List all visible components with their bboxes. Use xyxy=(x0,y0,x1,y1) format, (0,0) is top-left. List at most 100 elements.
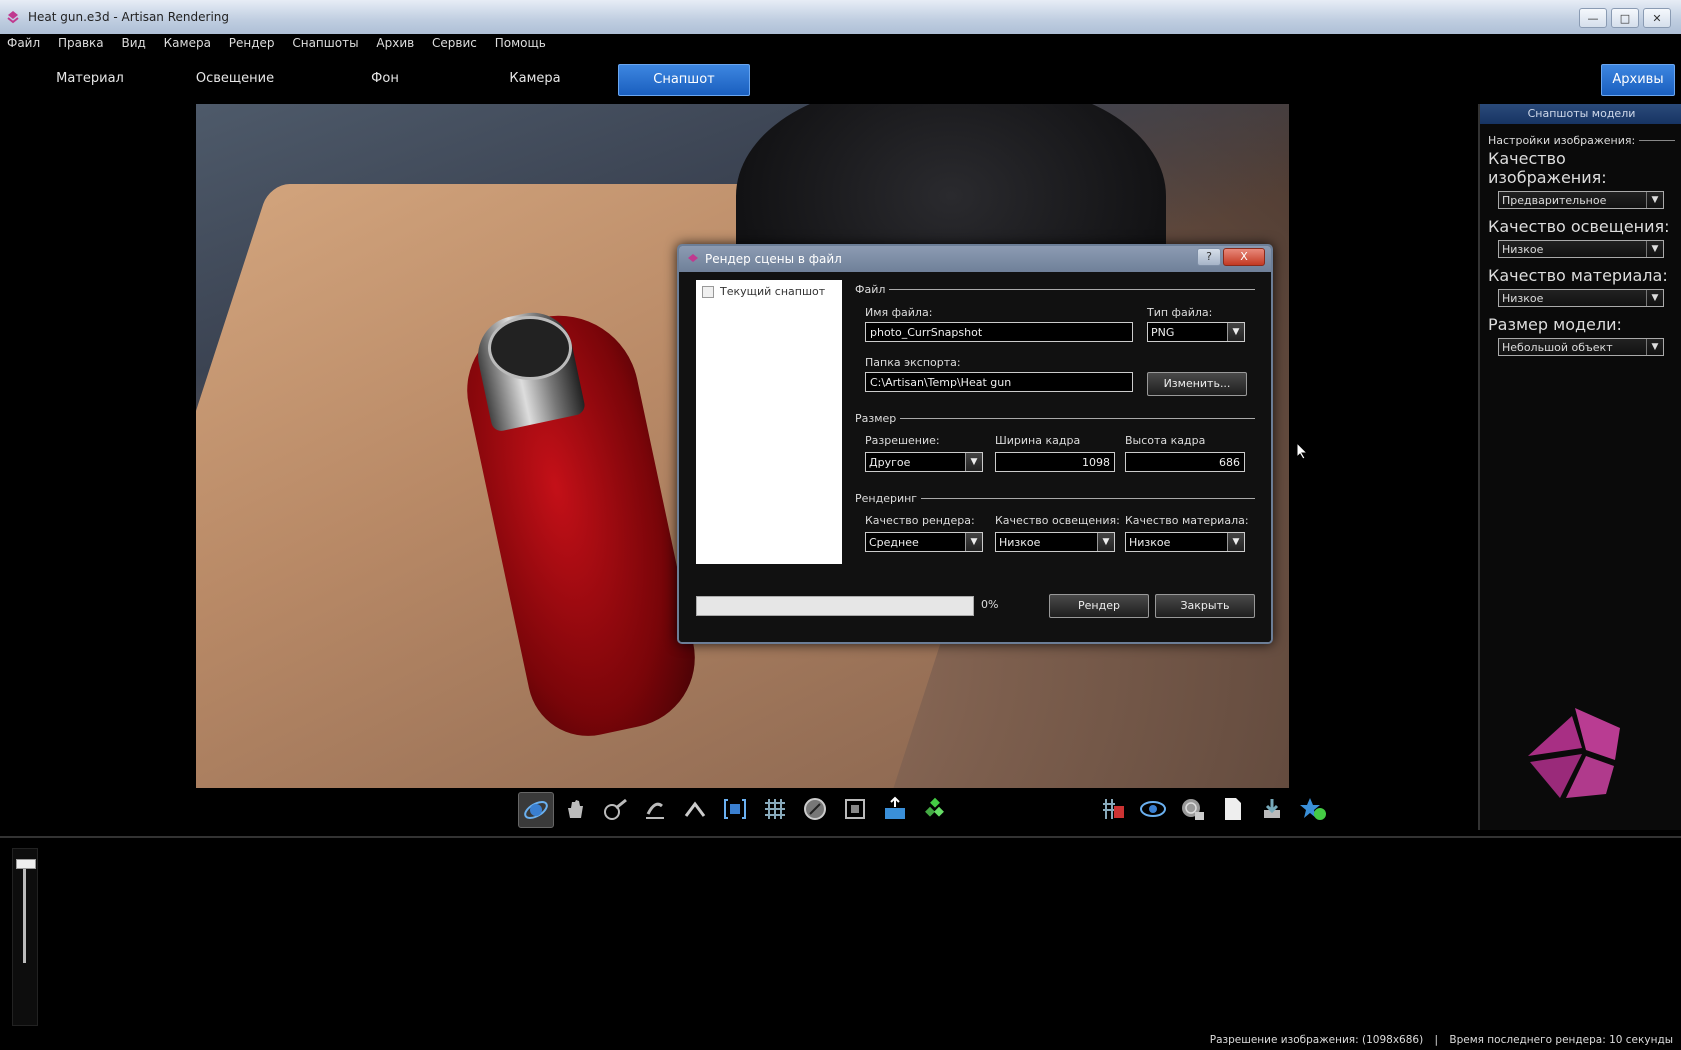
tab-background[interactable]: Фон xyxy=(335,64,435,94)
change-folder-button[interactable]: Изменить... xyxy=(1147,372,1247,396)
frame-icon[interactable] xyxy=(838,792,872,826)
render-button[interactable]: Рендер xyxy=(1049,594,1149,618)
status-separator: | xyxy=(1434,1034,1439,1046)
menu-camera[interactable]: Камера xyxy=(157,34,218,50)
material-quality-select[interactable]: Низкое ▼ xyxy=(1498,289,1664,307)
window-controls: — □ ✕ xyxy=(1579,8,1671,28)
material-quality-value: Низкое xyxy=(1502,292,1544,305)
panel-header: Снапшоты модели xyxy=(1480,104,1681,124)
dialog-body: Текущий снапшот Файл Имя файла: photo_Cu… xyxy=(679,272,1271,642)
file-section: Файл xyxy=(855,283,1255,296)
help-button[interactable]: ? xyxy=(1197,248,1221,266)
material-sphere-icon[interactable] xyxy=(1176,792,1210,826)
progress-text: 0% xyxy=(981,598,999,611)
mat-quality-select[interactable]: Низкое ▼ xyxy=(1125,532,1245,552)
close-dialog-button[interactable]: Закрыть xyxy=(1155,594,1255,618)
orbit-icon[interactable] xyxy=(518,792,554,828)
lighting-quality-select[interactable]: Низкое ▼ xyxy=(1498,240,1664,258)
export-folder-label: Папка экспорта: xyxy=(865,356,961,369)
group-divider xyxy=(1639,140,1675,141)
filetype-label: Тип файла: xyxy=(1147,306,1213,319)
filename-input[interactable]: photo_CurrSnapshot xyxy=(865,322,1133,342)
image-settings-label: Настройки изображения: xyxy=(1488,134,1636,147)
render-progress-bar xyxy=(696,596,974,616)
section-divider xyxy=(900,418,1255,419)
minimize-button[interactable]: — xyxy=(1579,8,1607,28)
menu-snapshots[interactable]: Снапшоты xyxy=(285,34,365,50)
image-settings-group: Настройки изображения: xyxy=(1480,134,1681,147)
menu-view[interactable]: Вид xyxy=(114,34,152,50)
resolution-select[interactable]: Другое ▼ xyxy=(865,452,983,472)
model-size-label: Размер модели: xyxy=(1488,315,1622,334)
scene-objects-icon[interactable] xyxy=(918,792,952,826)
menu-render[interactable]: Рендер xyxy=(222,34,282,50)
frame-width-label: Ширина кадра xyxy=(995,434,1081,447)
menu-file[interactable]: Файл xyxy=(0,34,47,50)
frame-height-input[interactable]: 686 xyxy=(1125,452,1245,472)
dialog-close-button[interactable]: X xyxy=(1223,248,1265,266)
resolution-label: Разрешение: xyxy=(865,434,940,447)
filetype-select[interactable]: PNG ▼ xyxy=(1147,322,1245,342)
close-window-button[interactable]: ✕ xyxy=(1643,8,1671,28)
eye-icon[interactable] xyxy=(1136,792,1170,826)
zoom-cone-icon[interactable] xyxy=(598,792,632,826)
render-to-file-dialog: Рендер сцены в файл ? X Текущий снапшот … xyxy=(677,244,1273,644)
slider-thumb[interactable] xyxy=(16,859,36,869)
render-quality-label: Качество рендера: xyxy=(865,514,975,527)
section-divider xyxy=(921,498,1255,499)
tab-snapshot[interactable]: Снапшот xyxy=(618,64,750,96)
favorite-star-icon[interactable] xyxy=(1296,792,1330,826)
menu-help[interactable]: Помощь xyxy=(488,34,553,50)
tab-material[interactable]: Материал xyxy=(40,64,140,94)
section-divider xyxy=(889,289,1255,290)
window-title: Heat gun.e3d - Artisan Rendering xyxy=(28,10,229,24)
chevron-down-icon: ▼ xyxy=(1646,192,1663,208)
image-settings-title: Настройки изображения: xyxy=(1488,134,1675,147)
menu-edit[interactable]: Правка xyxy=(51,34,111,50)
model-size-select[interactable]: Небольшой объект ▼ xyxy=(1498,338,1664,356)
compass-icon[interactable] xyxy=(798,792,832,826)
mouse-cursor-icon xyxy=(1296,442,1308,460)
resolution-value: Другое xyxy=(869,456,911,469)
render-settings-icon[interactable] xyxy=(1096,792,1130,826)
pan-hand-icon[interactable] xyxy=(558,792,592,826)
filename-label: Имя файла: xyxy=(865,306,933,319)
snapshot-list[interactable]: Текущий снапшот xyxy=(696,280,842,564)
snapshot-checkbox[interactable] xyxy=(702,285,714,298)
chevron-down-icon: ▼ xyxy=(1646,339,1663,355)
chevron-down-icon: ▼ xyxy=(1646,290,1663,306)
menu-archive[interactable]: Архив xyxy=(369,34,421,50)
import-icon[interactable] xyxy=(1256,792,1290,826)
walk-icon[interactable] xyxy=(678,792,712,826)
render-quality-select[interactable]: Среднее ▼ xyxy=(865,532,983,552)
mode-bar: Материал Освещение Фон Камера Снапшот Ар… xyxy=(0,58,1681,100)
chevron-down-icon: ▼ xyxy=(1227,323,1244,341)
menu-service[interactable]: Сервис xyxy=(425,34,484,50)
tab-camera[interactable]: Камера xyxy=(485,64,585,94)
grid-icon[interactable] xyxy=(758,792,792,826)
lighting-quality-value: Низкое xyxy=(1502,243,1544,256)
app-icon xyxy=(688,254,698,262)
status-bar: Разрешение изображения: (1098x686) | Вре… xyxy=(0,1030,1681,1050)
model-size-value: Небольшой объект xyxy=(1502,341,1613,354)
image-quality-select[interactable]: Предварительное ▼ xyxy=(1498,191,1664,209)
list-item[interactable]: Текущий снапшот xyxy=(696,280,842,303)
file-section-title: Файл xyxy=(855,283,886,296)
fit-view-icon[interactable] xyxy=(718,792,752,826)
document-icon[interactable] xyxy=(1216,792,1250,826)
tab-lighting[interactable]: Освещение xyxy=(185,64,285,94)
export-icon[interactable] xyxy=(878,792,912,826)
mat-quality-label: Качество материала: xyxy=(1125,514,1249,527)
light-quality-select[interactable]: Низкое ▼ xyxy=(995,532,1115,552)
archives-button[interactable]: Архивы xyxy=(1601,64,1675,96)
chevron-down-icon: ▼ xyxy=(1097,533,1114,551)
light-quality-label: Качество освещения: xyxy=(995,514,1120,527)
viewport-toolbar xyxy=(196,788,1326,830)
frame-width-input[interactable]: 1098 xyxy=(995,452,1115,472)
roll-icon[interactable] xyxy=(638,792,672,826)
vertical-slider[interactable] xyxy=(12,848,38,1026)
slider-rail xyxy=(23,863,26,963)
lighting-quality-label: Качество освещения: xyxy=(1488,217,1670,236)
maximize-button[interactable]: □ xyxy=(1611,8,1639,28)
export-folder-input[interactable]: C:\Artisan\Temp\Heat gun xyxy=(865,372,1133,392)
